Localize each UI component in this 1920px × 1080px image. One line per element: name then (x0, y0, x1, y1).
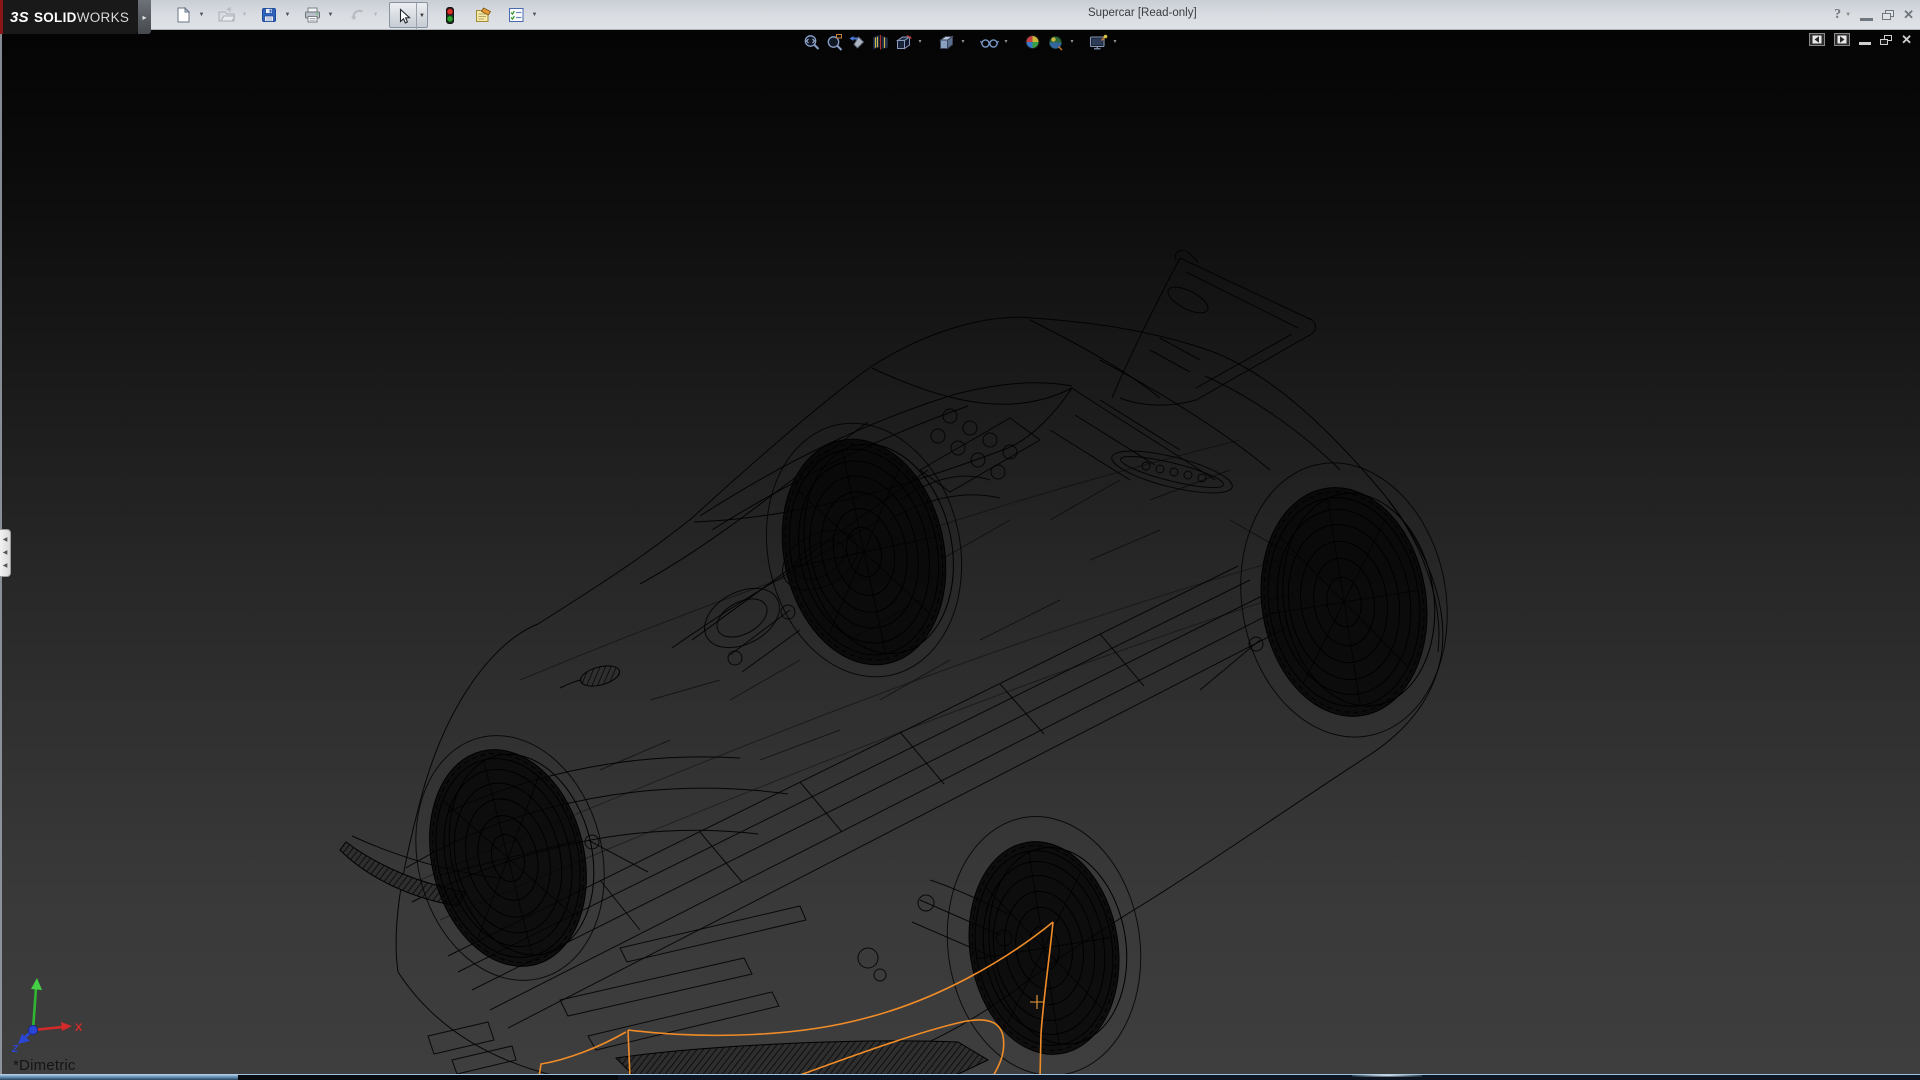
hide-show-items-button[interactable] (979, 31, 1000, 52)
wheels-wireframe (408, 422, 1451, 1065)
options-button[interactable] (503, 2, 529, 28)
new-document-icon (175, 7, 191, 23)
view-orientation-dropdown[interactable]: ▾ (916, 38, 925, 45)
view-settings-icon (1088, 33, 1108, 51)
collapse-arrow-icon: ◀ (3, 537, 8, 543)
document-window-controls: ✕ (1809, 33, 1912, 46)
doc-restore-button[interactable] (1880, 35, 1892, 45)
select-tool-group: ▼ (389, 2, 428, 28)
zoom-to-area-icon (825, 33, 843, 51)
save-button[interactable] (256, 2, 282, 28)
interior-wireframe (585, 409, 1300, 981)
save-dropdown[interactable]: ▼ (282, 2, 293, 28)
headsup-view-toolbar: ▾ ▾ ▾ (801, 31, 1120, 52)
open-button[interactable] (213, 2, 239, 28)
apply-scene-dropdown[interactable]: ▾ (1068, 38, 1077, 45)
view-orientation-label: *Dimetric (13, 1057, 76, 1074)
pane-right-arrow-icon (1837, 35, 1847, 44)
minimize-button[interactable] (1860, 10, 1873, 21)
print-icon (304, 7, 321, 23)
rear-right-wheel (1245, 474, 1451, 728)
display-style-icon (937, 33, 955, 51)
brand-works: WORKS (77, 10, 130, 25)
appearance-sphere-icon (1023, 33, 1041, 51)
taskbar[interactable] (0, 1074, 1920, 1080)
brand-text: 3S SOLIDWORKS (10, 9, 129, 26)
doc-minimize-button[interactable] (1859, 35, 1871, 45)
view-settings-button[interactable] (1088, 31, 1109, 52)
print-dropdown[interactable]: ▼ (325, 2, 336, 28)
previous-view-button[interactable] (847, 31, 868, 52)
solidworks-logo[interactable]: 3S SOLIDWORKS (0, 0, 138, 34)
undo-icon (349, 7, 366, 23)
file-properties-button[interactable] (470, 2, 496, 28)
minimize-icon (1860, 18, 1873, 21)
restore-button[interactable] (1882, 10, 1894, 20)
file-properties-icon (475, 7, 492, 23)
zoom-to-fit-button[interactable] (801, 31, 822, 52)
section-view-button[interactable] (870, 31, 891, 52)
taskbar-glow (1352, 1074, 1422, 1077)
collapse-arrow-icon: ◀ (3, 550, 8, 556)
title-bar: 3SSOLIDWORKS ▸ ▼ ▼ (0, 0, 1920, 30)
restore-icon (1882, 10, 1894, 20)
graphics-area[interactable]: ◀ ◀ ◀ (0, 30, 1920, 1080)
traffic-light-icon (444, 7, 456, 24)
model-wireframe-supercar[interactable]: X Z (0, 30, 1920, 1080)
help-dropdown[interactable]: ▼ (1845, 12, 1851, 18)
display-style-button[interactable] (936, 31, 957, 52)
featuremanager-collapsed-tab[interactable]: ◀ ◀ ◀ (0, 529, 11, 577)
logo-red-accent (0, 0, 3, 34)
rear-wing-wireframe (1112, 250, 1316, 405)
new-document-button[interactable] (170, 2, 196, 28)
close-button[interactable]: ✕ (1903, 7, 1914, 23)
taskbar-segment (238, 1075, 618, 1080)
doc-minimize-icon (1859, 42, 1871, 45)
new-dropdown[interactable]: ▼ (196, 2, 207, 28)
triad-z-label: Z (11, 1044, 19, 1055)
print-button[interactable] (299, 2, 325, 28)
rebuild-button[interactable] (437, 2, 463, 28)
standard-toolbar: ▼ ▼ ▼ (170, 2, 540, 28)
collapse-arrow-icon: ◀ (3, 563, 8, 569)
select-cursor-icon (396, 8, 411, 24)
apply-scene-icon (1046, 33, 1064, 51)
undo-button[interactable] (344, 2, 370, 28)
undo-dropdown[interactable]: ▼ (370, 2, 381, 28)
select-button[interactable] (390, 3, 416, 29)
section-view-icon (871, 33, 889, 51)
window-controls: ? ▼ ✕ (1834, 0, 1914, 30)
edit-appearance-button[interactable] (1022, 31, 1043, 52)
select-dropdown[interactable]: ▼ (416, 3, 427, 29)
doc-close-button[interactable]: ✕ (1901, 33, 1912, 46)
view-orientation-button[interactable] (893, 31, 914, 52)
pane-collapse-left-button[interactable] (1809, 33, 1825, 46)
triad-x-label: X (75, 1022, 83, 1034)
document-title: Supercar [Read-only] (1088, 7, 1197, 19)
zoom-to-fit-icon (802, 33, 820, 51)
help-button[interactable]: ? (1834, 7, 1841, 23)
brand-solid: SOLID (34, 10, 77, 25)
open-icon (218, 7, 235, 23)
pane-collapse-right-button[interactable] (1834, 33, 1850, 46)
brand-3s: 3S (10, 9, 29, 26)
taskbar-segment (0, 1074, 238, 1080)
reference-triad: X Z (11, 978, 83, 1055)
eyeglasses-icon (979, 33, 999, 51)
apply-scene-button[interactable] (1045, 31, 1066, 52)
options-dropdown[interactable]: ▼ (529, 2, 540, 28)
save-icon (261, 7, 277, 23)
open-dropdown[interactable]: ▼ (239, 2, 250, 28)
menu-flyout-arrow[interactable]: ▸ (138, 0, 151, 34)
doc-restore-icon (1880, 35, 1892, 45)
previous-view-icon (848, 33, 866, 51)
view-orientation-icon (894, 33, 912, 51)
options-icon (508, 7, 525, 23)
display-style-dropdown[interactable]: ▾ (959, 38, 968, 45)
view-settings-dropdown[interactable]: ▾ (1111, 38, 1120, 45)
pane-left-arrow-icon (1812, 35, 1822, 44)
hide-show-dropdown[interactable]: ▾ (1002, 38, 1011, 45)
zoom-to-area-button[interactable] (824, 31, 845, 52)
